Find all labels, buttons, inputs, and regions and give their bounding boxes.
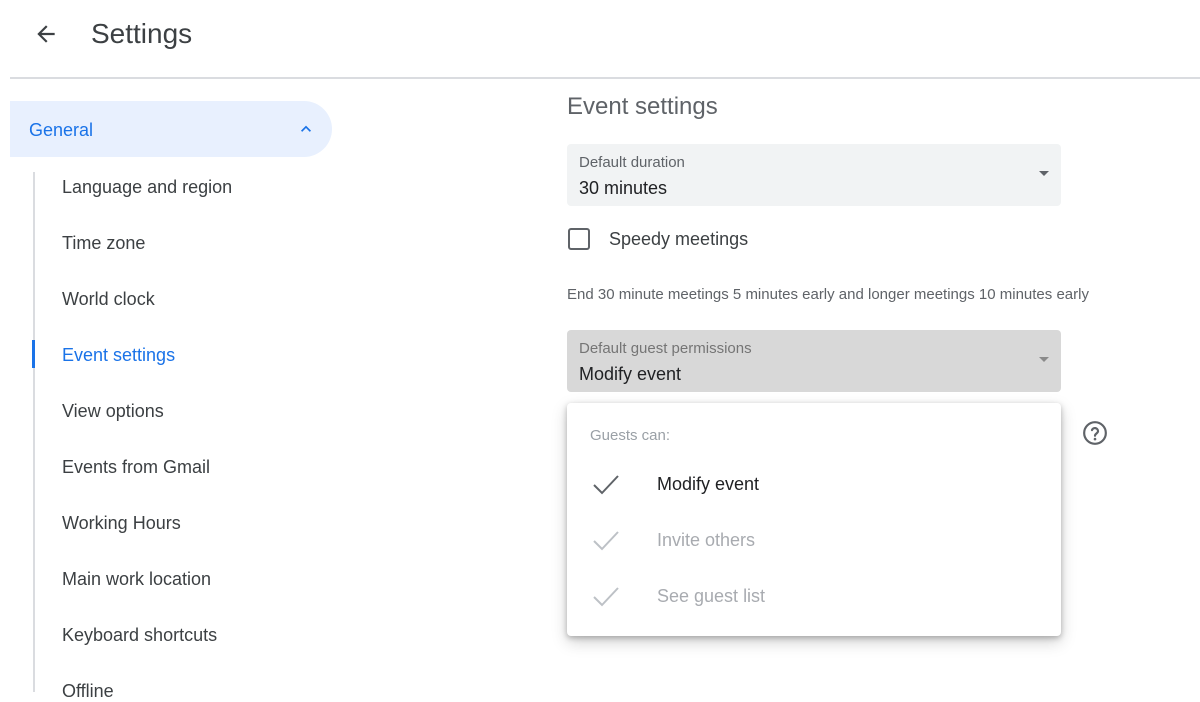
default-duration-label: Default duration [579,154,685,171]
menu-item-modify-event[interactable]: Modify event [567,457,1061,513]
sidebar-item-view-options[interactable]: View options [62,400,164,422]
sidebar-tree-line [33,172,35,692]
menu-item-label: See guest list [657,586,766,606]
sidebar-section-label: General [29,120,94,140]
sidebar-item-world-clock[interactable]: World clock [62,288,155,310]
dropdown-arrow-icon [1039,357,1049,362]
header-divider [10,77,1200,79]
page-title: Settings [91,18,193,49]
speedy-meetings-checkbox[interactable] [568,228,590,250]
default-duration-select[interactable]: Default duration 30 minutes [567,144,1061,206]
speedy-meetings-hint: End 30 minute meetings 5 minutes early a… [567,286,1089,303]
sidebar-section-general[interactable]: General [10,101,332,157]
menu-item-see-guest-list[interactable]: See guest list [567,569,1061,625]
guest-permissions-label: Default guest permissions [579,340,752,357]
sidebar-item-event-settings[interactable]: Event settings [62,344,175,366]
back-button[interactable] [28,16,64,52]
menu-item-label: Modify event [657,474,760,494]
check-icon [593,587,619,607]
sidebar-item-time-zone[interactable]: Time zone [62,232,145,254]
help-circle-icon[interactable] [1082,420,1108,446]
guest-permissions-menu: Guests can: Modify event Invite others S… [567,403,1061,636]
dropdown-arrow-icon [1039,171,1049,176]
app-header: Settings [0,0,1200,79]
guest-permissions-select[interactable]: Default guest permissions Modify event [567,330,1061,392]
speedy-meetings-label: Speedy meetings [609,229,749,249]
sidebar-item-working-hours[interactable]: Working Hours [62,512,181,534]
sidebar-item-keyboard-shortcuts[interactable]: Keyboard shortcuts [62,624,217,646]
default-duration-value: 30 minutes [579,178,668,198]
menu-item-invite-others[interactable]: Invite others [567,513,1061,569]
sidebar-item-language-and-region[interactable]: Language and region [62,176,232,198]
sidebar-active-indicator [32,340,35,368]
sidebar-item-main-work-location[interactable]: Main work location [62,568,211,590]
menu-item-label: Invite others [657,530,756,550]
arrow-back-icon [37,25,55,43]
chevron-up-icon [301,125,311,132]
sidebar-item-events-from-gmail[interactable]: Events from Gmail [62,456,210,478]
section-title: Event settings [567,93,718,120]
settings-sidebar: General Language and region Time zone Wo… [0,100,340,702]
check-icon [593,531,619,551]
guest-permissions-value: Modify event [579,364,682,384]
sidebar-item-offline[interactable]: Offline [62,680,114,702]
check-icon [593,475,619,495]
menu-header: Guests can: [590,427,671,444]
